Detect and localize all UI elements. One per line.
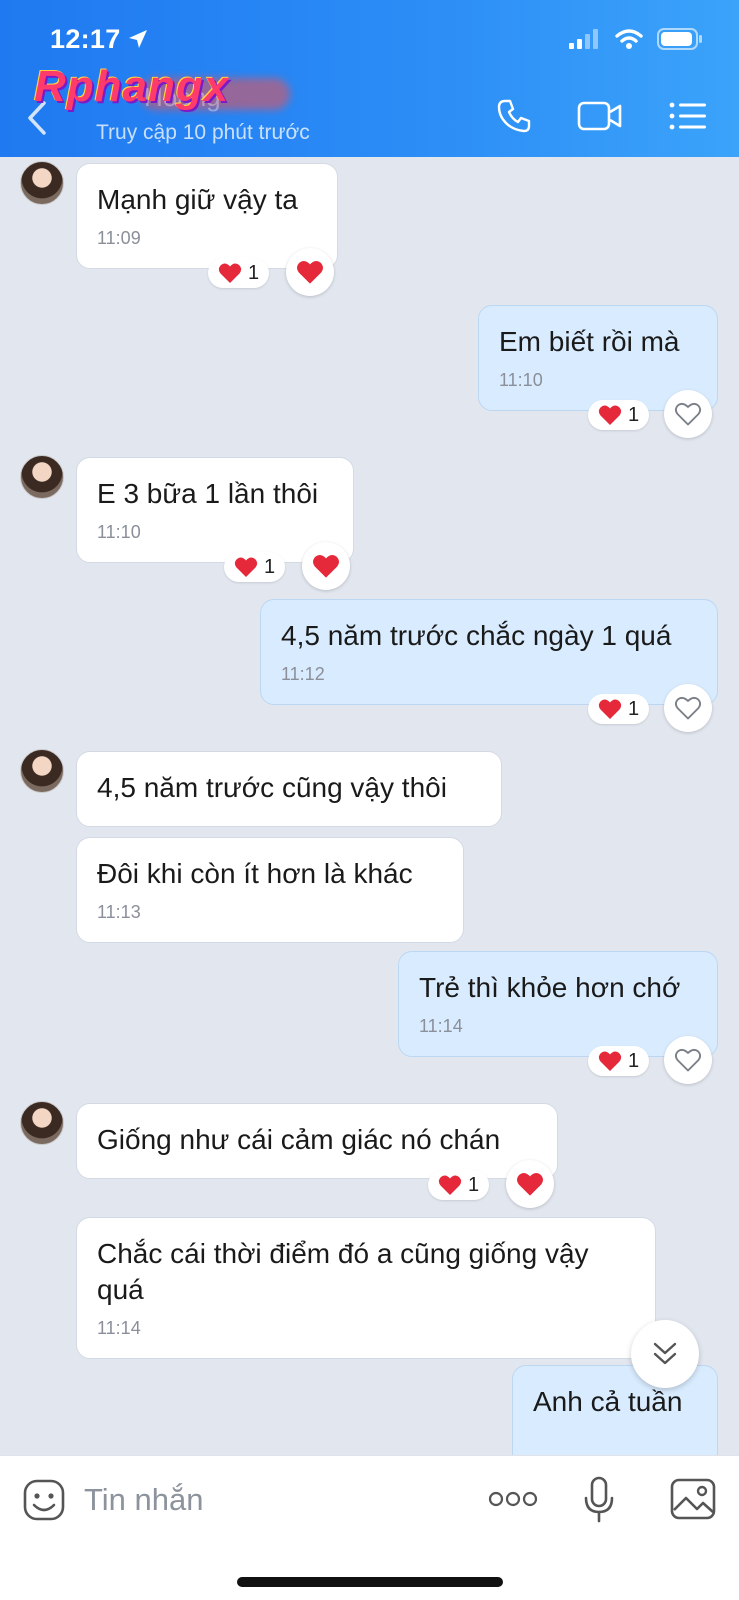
reaction-count: 1 bbox=[264, 555, 276, 578]
home-indicator[interactable] bbox=[237, 1577, 503, 1587]
message-bubble-outgoing[interactable]: Trẻ thì khỏe hơn chớ 11:14 bbox=[398, 951, 718, 1057]
reaction-count: 1 bbox=[468, 1173, 480, 1196]
phone-icon bbox=[497, 99, 531, 133]
message-bubble-incoming[interactable]: Giống như cái cảm giác nó chán bbox=[76, 1103, 558, 1179]
avatar[interactable] bbox=[20, 161, 64, 205]
message-text: Em biết rồi mà bbox=[499, 326, 680, 357]
message-text: Anh cả tuần bbox=[533, 1386, 683, 1417]
reaction-summary[interactable]: 1 bbox=[224, 552, 286, 582]
reaction-summary[interactable]: 1 bbox=[588, 400, 650, 430]
heart-icon bbox=[297, 260, 323, 284]
last-seen-status: Truy cập 10 phút trước bbox=[96, 121, 310, 144]
heart-icon bbox=[517, 1172, 543, 1196]
chat-header: 12:17 Hoàng Rphangx Truy cập 10 phút trư… bbox=[0, 0, 739, 157]
message-text: 4,5 năm trước chắc ngày 1 quá bbox=[281, 620, 672, 651]
heart-icon bbox=[313, 554, 339, 578]
react-button[interactable] bbox=[664, 1036, 712, 1084]
chat-menu-button[interactable] bbox=[668, 96, 708, 136]
reaction-summary[interactable]: 1 bbox=[208, 258, 270, 288]
message-text: 4,5 năm trước cũng vậy thôi bbox=[97, 772, 447, 803]
heart-icon bbox=[598, 1051, 622, 1071]
battery-icon bbox=[657, 28, 702, 50]
message-bubble-incoming[interactable]: Đôi khi còn ít hơn là khác 11:13 bbox=[76, 837, 464, 943]
heart-icon bbox=[234, 557, 258, 577]
reaction-summary[interactable]: 1 bbox=[428, 1170, 490, 1200]
react-button[interactable] bbox=[286, 248, 334, 296]
heart-icon bbox=[218, 263, 242, 283]
heart-outline-icon bbox=[674, 402, 702, 426]
status-icons bbox=[569, 28, 703, 50]
message-text: Trẻ thì khỏe hơn chớ bbox=[419, 972, 681, 1003]
message-text: Mạnh giữ vậy ta bbox=[97, 184, 298, 215]
message-text: E 3 bữa 1 lần thôi bbox=[97, 478, 319, 509]
sticker-icon[interactable] bbox=[22, 1478, 66, 1522]
react-button[interactable] bbox=[302, 542, 350, 590]
heart-outline-icon bbox=[674, 696, 702, 720]
avatar[interactable] bbox=[20, 1101, 64, 1145]
react-button[interactable] bbox=[664, 390, 712, 438]
signal-icon bbox=[569, 29, 598, 49]
video-call-button[interactable] bbox=[576, 96, 624, 136]
reaction-count: 1 bbox=[248, 261, 260, 284]
message-time: 11:14 bbox=[419, 1016, 463, 1036]
reaction-count: 1 bbox=[628, 1049, 640, 1072]
heart-icon bbox=[598, 699, 622, 719]
wifi-icon bbox=[615, 29, 643, 49]
reaction-count: 1 bbox=[628, 697, 640, 720]
message-bubble-outgoing[interactable]: 4,5 năm trước chắc ngày 1 quá 11:12 bbox=[260, 599, 718, 705]
reaction-summary[interactable]: 1 bbox=[588, 1046, 650, 1076]
message-time: 11:13 bbox=[97, 902, 141, 922]
message-text: Giống như cái cảm giác nó chán bbox=[97, 1124, 501, 1155]
location-arrow-icon bbox=[129, 30, 147, 48]
photo-gallery-icon[interactable] bbox=[670, 1478, 716, 1520]
message-time: 11:12 bbox=[281, 664, 325, 684]
message-time: 11:09 bbox=[97, 228, 141, 248]
message-text: Đôi khi còn ít hơn là khác bbox=[97, 858, 413, 889]
microphone-icon[interactable] bbox=[584, 1476, 614, 1524]
react-button[interactable] bbox=[506, 1160, 554, 1208]
more-options-icon[interactable] bbox=[488, 1490, 538, 1508]
heart-icon bbox=[438, 1175, 462, 1195]
status-time: 12:17 bbox=[50, 24, 121, 54]
heart-icon bbox=[598, 405, 622, 425]
chat-message-list[interactable]: Mạnh giữ vậy ta 11:09 1 Em biết rồi mà 1… bbox=[0, 157, 739, 1455]
double-chevron-down-icon bbox=[653, 1342, 677, 1365]
message-time: 11:14 bbox=[97, 1318, 141, 1338]
message-bubble-incoming[interactable]: Chắc cái thời điểm đó a cũng giống vậy q… bbox=[76, 1217, 656, 1359]
message-time: 11:10 bbox=[97, 522, 141, 542]
watermark-logo: Rphangx bbox=[34, 62, 230, 111]
react-button[interactable] bbox=[664, 684, 712, 732]
reaction-count: 1 bbox=[628, 403, 640, 426]
message-input[interactable] bbox=[84, 1472, 464, 1528]
avatar[interactable] bbox=[20, 749, 64, 793]
message-text: Chắc cái thời điểm đó a cũng giống vậy q… bbox=[97, 1238, 589, 1305]
scroll-to-bottom-button[interactable] bbox=[631, 1320, 699, 1388]
avatar[interactable] bbox=[20, 455, 64, 499]
reaction-summary[interactable]: 1 bbox=[588, 694, 650, 724]
video-camera-icon bbox=[577, 101, 622, 131]
call-button[interactable] bbox=[494, 96, 534, 136]
list-menu-icon bbox=[669, 102, 706, 130]
heart-outline-icon bbox=[674, 1048, 702, 1072]
message-time: 11:10 bbox=[499, 370, 543, 390]
message-bubble-incoming[interactable]: 4,5 năm trước cũng vậy thôi bbox=[76, 751, 502, 827]
